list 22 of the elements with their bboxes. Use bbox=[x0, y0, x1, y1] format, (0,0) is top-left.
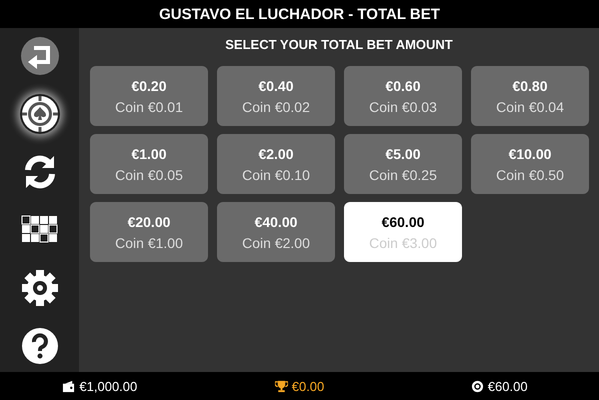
bet-option[interactable]: €5.00 Coin €0.25 bbox=[344, 134, 462, 194]
bet-option[interactable]: €20.00 Coin €1.00 bbox=[90, 202, 208, 262]
bet-option[interactable]: €0.40 Coin €0.02 bbox=[217, 66, 335, 126]
bet-option[interactable]: €1.00 Coin €0.05 bbox=[90, 134, 208, 194]
bet-option[interactable]: €10.00 Coin €0.50 bbox=[471, 134, 589, 194]
poker-chip-icon bbox=[470, 380, 484, 392]
bet-option[interactable]: €0.80 Coin €0.04 bbox=[471, 66, 589, 126]
bet-option[interactable]: €0.60 Coin €0.03 bbox=[344, 66, 462, 126]
poker-chip-icon[interactable] bbox=[20, 94, 60, 134]
bet-option[interactable]: €2.00 Coin €0.10 bbox=[217, 134, 335, 194]
bet-amount: €60.00 bbox=[488, 378, 528, 394]
window-title: GUSTAVO EL LUCHADOR - TOTAL BET bbox=[159, 6, 440, 22]
win-amount: €0.00 bbox=[292, 378, 324, 394]
bet-option[interactable]: €40.00 Coin €2.00 bbox=[217, 202, 335, 262]
help-icon[interactable] bbox=[20, 326, 60, 366]
return-arrow-icon[interactable] bbox=[20, 36, 60, 76]
wallet-icon bbox=[62, 380, 76, 392]
bet-option[interactable]: €0.20 Coin €0.01 bbox=[90, 66, 208, 126]
gear-icon[interactable] bbox=[20, 268, 60, 308]
trophy-icon bbox=[274, 380, 288, 392]
panel-heading: SELECT YOUR TOTAL BET AMOUNT bbox=[225, 37, 453, 54]
balance-amount: €1,000.00 bbox=[79, 378, 138, 394]
